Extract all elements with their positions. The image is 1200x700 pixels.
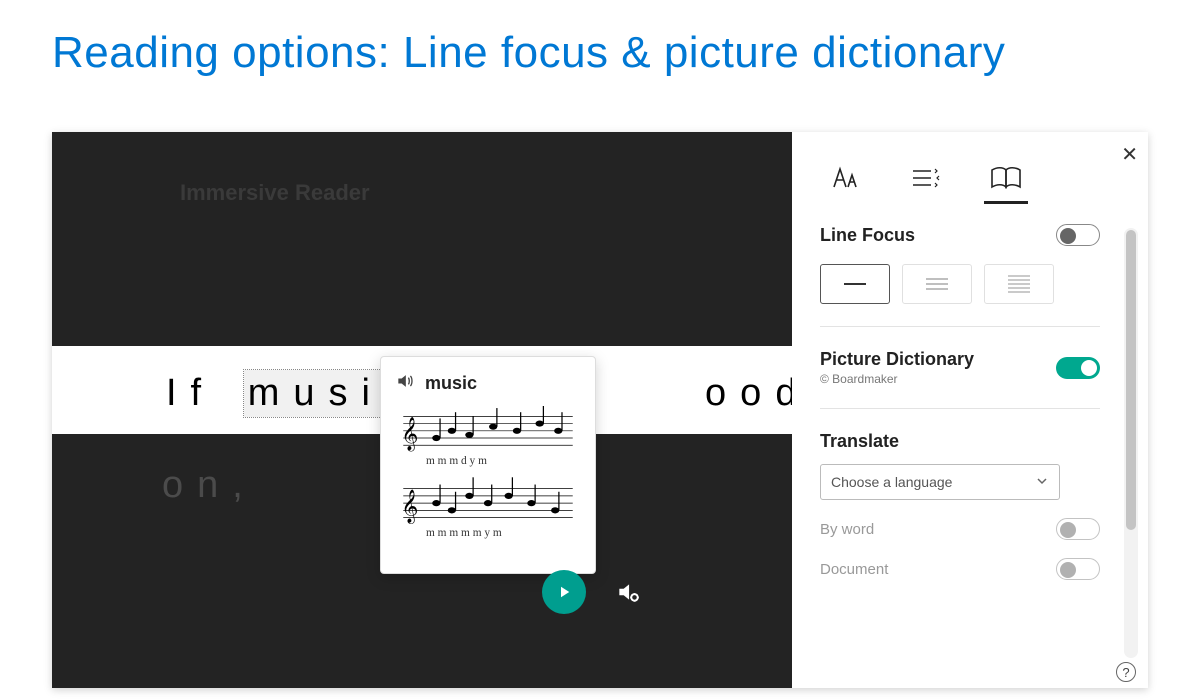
translate-language-dropdown[interactable]: Choose a language	[820, 464, 1060, 500]
close-icon[interactable]: ✕	[1121, 142, 1138, 167]
line-focus-five-lines[interactable]	[984, 264, 1054, 304]
scrollbar-thumb[interactable]	[1126, 230, 1136, 530]
panel-body: Line Focus Picture Dictionary © Boardmak…	[806, 224, 1114, 688]
svg-text:m m m d y m: m m m d y m	[426, 455, 487, 467]
reader-viewport: Immersive Reader If music xxxxxxx ood of…	[52, 132, 792, 688]
line-focus-options	[820, 264, 1100, 304]
svg-text:m m m m m y m: m m m m m y m	[426, 527, 502, 539]
popup-word: music	[425, 373, 477, 394]
svg-text:𝄞: 𝄞	[401, 417, 418, 451]
tab-text-preferences[interactable]	[828, 160, 864, 196]
panel-tabs	[792, 132, 1148, 210]
speaker-icon[interactable]	[395, 371, 415, 396]
dimmed-region-top	[52, 132, 792, 346]
immersive-reader-window: Immersive Reader If music xxxxxxx ood of…	[52, 132, 1148, 688]
tab-reading-preferences[interactable]	[988, 160, 1024, 196]
picture-dictionary-popup: music 𝄞 m m m d y m 𝄞 m m m m m y m	[380, 356, 596, 574]
reader-word[interactable]: If	[162, 370, 219, 417]
line-focus-three-lines[interactable]	[902, 264, 972, 304]
chevron-down-icon	[1035, 474, 1049, 491]
music-illustration: 𝄞 m m m d y m 𝄞 m m m m m y m	[395, 406, 581, 561]
dropdown-placeholder: Choose a language	[831, 474, 952, 490]
reader-word-fragment: ood of lo	[701, 370, 792, 417]
tab-grammar-options[interactable]	[908, 160, 944, 196]
line-focus-one-line[interactable]	[820, 264, 890, 304]
immersive-reader-label: Immersive Reader	[180, 180, 370, 206]
line-focus-label: Line Focus	[820, 225, 915, 246]
translate-label: Translate	[820, 431, 1100, 452]
voice-settings-button[interactable]	[612, 576, 644, 608]
line-focus-toggle[interactable]	[1056, 224, 1100, 246]
reading-options-panel: ✕	[792, 132, 1148, 688]
svg-text:𝄞: 𝄞	[401, 490, 418, 524]
panel-scrollbar[interactable]	[1124, 228, 1138, 658]
help-icon[interactable]: ?	[1116, 662, 1136, 682]
picture-dictionary-toggle[interactable]	[1056, 357, 1100, 379]
by-word-label: By word	[820, 521, 874, 538]
picture-dictionary-credit: © Boardmaker	[820, 372, 974, 386]
page-title: Reading options: Line focus & picture di…	[0, 0, 1200, 98]
reader-next-line: on,	[162, 464, 257, 507]
document-toggle[interactable]	[1056, 558, 1100, 580]
document-label: Document	[820, 561, 888, 578]
play-button[interactable]	[542, 570, 586, 614]
by-word-toggle[interactable]	[1056, 518, 1100, 540]
picture-dictionary-label: Picture Dictionary	[820, 349, 974, 370]
